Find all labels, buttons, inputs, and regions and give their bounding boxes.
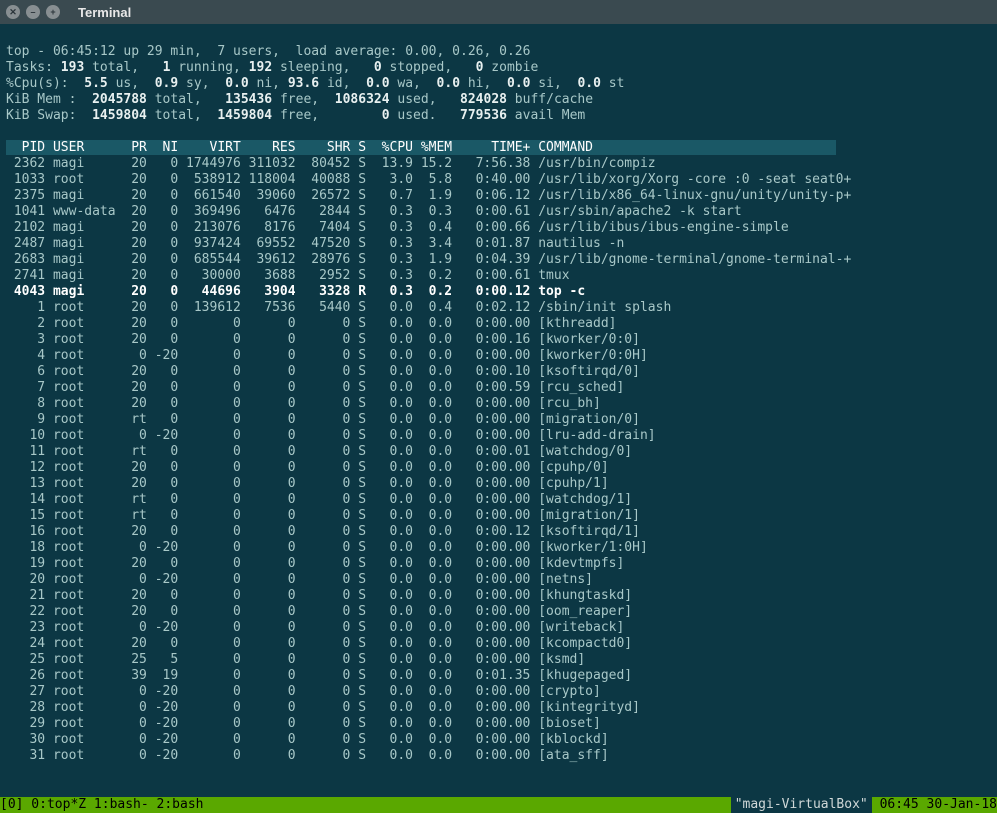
process-row: 2 root 20 0 0 0 0 S 0.0 0.0 0:00.00 [kth… <box>6 316 616 331</box>
process-row: 11 root rt 0 0 0 0 S 0.0 0.0 0:00.01 [wa… <box>6 444 632 459</box>
summary-line-mem: KiB Mem : 2045788 total, 135436 free, 10… <box>6 92 593 107</box>
process-row: 2102 magi 20 0 213076 8176 7404 S 0.3 0.… <box>6 220 789 235</box>
process-row: 1 root 20 0 139612 7536 5440 S 0.0 0.4 0… <box>6 300 671 315</box>
process-row: 20 root 0 -20 0 0 0 S 0.0 0.0 0:00.00 [n… <box>6 572 593 587</box>
process-row: 19 root 20 0 0 0 0 S 0.0 0.0 0:00.00 [kd… <box>6 556 624 571</box>
titlebar[interactable]: ✕ – + Terminal <box>0 0 997 24</box>
maximize-icon[interactable]: + <box>46 5 60 19</box>
process-row: 30 root 0 -20 0 0 0 S 0.0 0.0 0:00.00 [k… <box>6 732 609 747</box>
process-row: 24 root 20 0 0 0 0 S 0.0 0.0 0:00.00 [kc… <box>6 636 632 651</box>
blank-line <box>6 124 14 139</box>
process-row: 9 root rt 0 0 0 0 S 0.0 0.0 0:00.00 [mig… <box>6 412 640 427</box>
process-row: 1033 root 20 0 538912 118004 40088 S 3.0… <box>6 172 851 187</box>
process-row: 27 root 0 -20 0 0 0 S 0.0 0.0 0:00.00 [c… <box>6 684 601 699</box>
process-row: 28 root 0 -20 0 0 0 S 0.0 0.0 0:00.00 [k… <box>6 700 640 715</box>
process-row: 1041 www-data 20 0 369496 6476 2844 S 0.… <box>6 204 742 219</box>
summary-line-1: top - 06:45:12 up 29 min, 7 users, load … <box>6 44 530 59</box>
status-host: "magi-VirtualBox" <box>735 797 868 812</box>
process-row: 8 root 20 0 0 0 0 S 0.0 0.0 0:00.00 [rcu… <box>6 396 601 411</box>
tmux-status-bar[interactable]: [0] 0:top*Z 1:bash- 2:bash "magi-VirtualB… <box>0 797 997 813</box>
process-row: 4 root 0 -20 0 0 0 S 0.0 0.0 0:00.00 [kw… <box>6 348 648 363</box>
process-row: 21 root 20 0 0 0 0 S 0.0 0.0 0:00.00 [kh… <box>6 588 632 603</box>
process-row: 18 root 0 -20 0 0 0 S 0.0 0.0 0:00.00 [k… <box>6 540 648 555</box>
process-row: 6 root 20 0 0 0 0 S 0.0 0.0 0:00.10 [kso… <box>6 364 640 379</box>
process-row: 26 root 39 19 0 0 0 S 0.0 0.0 0:01.35 [k… <box>6 668 632 683</box>
process-row: 15 root rt 0 0 0 0 S 0.0 0.0 0:00.00 [mi… <box>6 508 640 523</box>
column-headers: PID USER PR NI VIRT RES SHR S %CPU %MEM … <box>6 140 836 155</box>
process-row: 2741 magi 20 0 30000 3688 2952 S 0.3 0.2… <box>6 268 570 283</box>
status-time: 06:45 30-Jan-18 <box>872 797 997 813</box>
minimize-icon[interactable]: – <box>26 5 40 19</box>
process-row: 29 root 0 -20 0 0 0 S 0.0 0.0 0:00.00 [b… <box>6 716 601 731</box>
process-row: 14 root rt 0 0 0 0 S 0.0 0.0 0:00.00 [wa… <box>6 492 632 507</box>
window-title: Terminal <box>78 5 131 20</box>
process-row: 2487 magi 20 0 937424 69552 47520 S 0.3 … <box>6 236 624 251</box>
status-left: [0] 0:top*Z 1:bash- 2:bash <box>0 797 204 813</box>
process-row: 12 root 20 0 0 0 0 S 0.0 0.0 0:00.00 [cp… <box>6 460 609 475</box>
summary-line-cpu: %Cpu(s): 5.5 us, 0.9 sy, 0.0 ni, 93.6 id… <box>6 76 624 91</box>
close-icon[interactable]: ✕ <box>6 5 20 19</box>
process-row: 22 root 20 0 0 0 0 S 0.0 0.0 0:00.00 [oo… <box>6 604 632 619</box>
process-row: 3 root 20 0 0 0 0 S 0.0 0.0 0:00.16 [kwo… <box>6 332 640 347</box>
terminal-content[interactable]: top - 06:45:12 up 29 min, 7 users, load … <box>0 24 997 797</box>
summary-line-swap: KiB Swap: 1459804 total, 1459804 free, 0… <box>6 108 585 123</box>
process-row: 23 root 0 -20 0 0 0 S 0.0 0.0 0:00.00 [w… <box>6 620 624 635</box>
process-row: 2375 magi 20 0 661540 39060 26572 S 0.7 … <box>6 188 851 203</box>
terminal-window: ✕ – + Terminal top - 06:45:12 up 29 min,… <box>0 0 997 813</box>
process-row: 25 root 25 5 0 0 0 S 0.0 0.0 0:00.00 [ks… <box>6 652 585 667</box>
process-row: 2683 magi 20 0 685544 39612 28976 S 0.3 … <box>6 252 851 267</box>
process-row: 10 root 0 -20 0 0 0 S 0.0 0.0 0:00.00 [l… <box>6 428 656 443</box>
process-row: 16 root 20 0 0 0 0 S 0.0 0.0 0:00.12 [ks… <box>6 524 640 539</box>
process-row: 7 root 20 0 0 0 0 S 0.0 0.0 0:00.59 [rcu… <box>6 380 624 395</box>
process-row: 4043 magi 20 0 44696 3904 3328 R 0.3 0.2… <box>6 284 585 299</box>
process-row: 13 root 20 0 0 0 0 S 0.0 0.0 0:00.00 [cp… <box>6 476 609 491</box>
summary-line-tasks: Tasks: 193 total, 1 running, 192 sleepin… <box>6 60 538 75</box>
process-row: 2362 magi 20 0 1744976 311032 80452 S 13… <box>6 156 656 171</box>
process-list: 2362 magi 20 0 1744976 311032 80452 S 13… <box>6 156 991 764</box>
process-row: 31 root 0 -20 0 0 0 S 0.0 0.0 0:00.00 [a… <box>6 748 609 763</box>
